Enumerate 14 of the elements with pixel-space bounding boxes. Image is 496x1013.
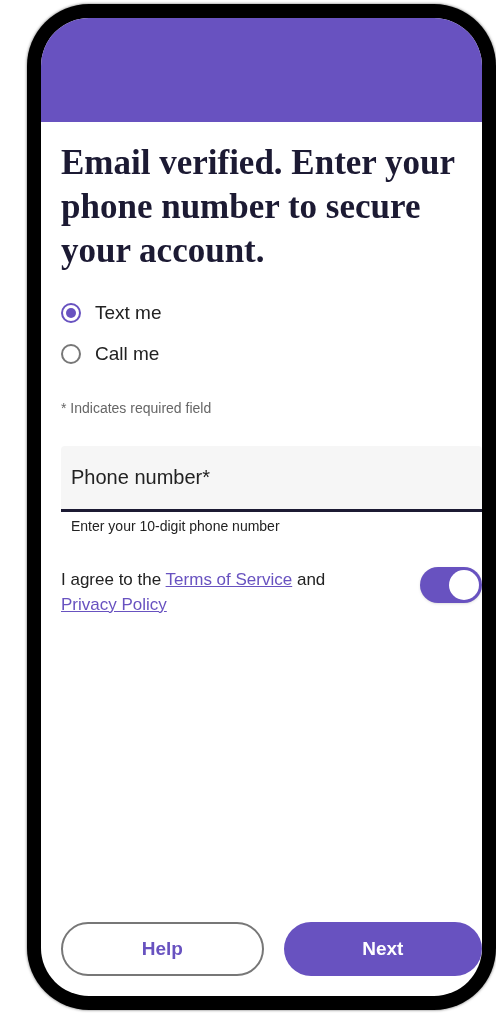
help-button[interactable]: Help: [61, 922, 264, 976]
policy-link[interactable]: Terms of Service: [165, 570, 293, 589]
agreement-toggle[interactable]: [420, 567, 482, 603]
next-button[interactable]: Next: [283, 922, 482, 976]
phone-number-field[interactable]: Phone number*: [61, 446, 482, 512]
page-heading: Email verified. Enter your phone number to secure your account.: [61, 142, 456, 272]
agreement-text: I agree to the Terms of Service and Privacy Policy: [61, 569, 327, 616]
helper-text: Enter your 10-digit phone number: [70, 517, 281, 536]
policy-link[interactable]: Privacy Policy: [61, 595, 167, 614]
radio-button[interactable]: [61, 303, 81, 324]
radio-option[interactable]: Call me: [61, 339, 482, 368]
radio-button[interactable]: [61, 343, 81, 364]
radio-option[interactable]: Text me: [61, 299, 482, 328]
required-note: * Indicates required field: [61, 399, 213, 418]
